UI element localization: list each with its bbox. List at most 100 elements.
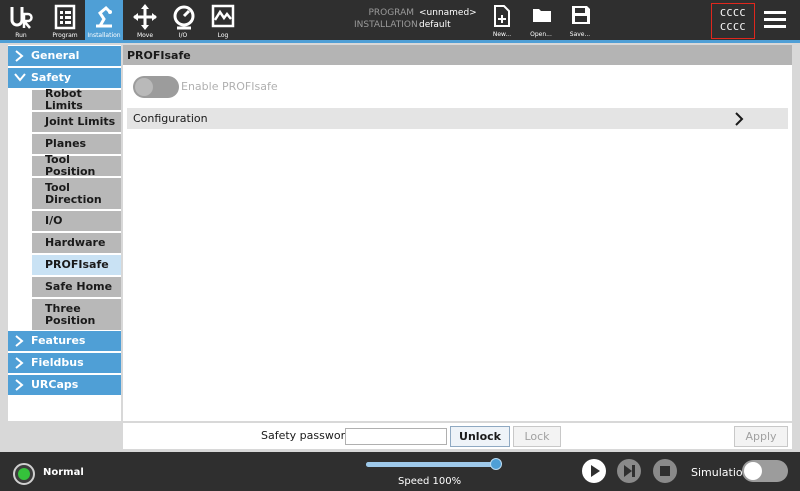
nav-run[interactable]: Run bbox=[2, 0, 40, 40]
sidebar-category-label: Safety bbox=[31, 71, 72, 84]
sidebar-category-features[interactable]: Features bbox=[8, 331, 121, 351]
sidebar-category-urcaps[interactable]: URCaps bbox=[8, 375, 121, 395]
sidebar-item-robot-limits[interactable]: Robot Limits bbox=[32, 87, 121, 112]
installation-name: default bbox=[419, 20, 451, 30]
nav-log-label: Log bbox=[217, 32, 229, 39]
nav-io[interactable]: I/O bbox=[164, 0, 202, 40]
speed-label: Speed 100% bbox=[398, 476, 462, 487]
nav-run-label: Run bbox=[15, 32, 27, 39]
password-bar: Safety password Unlock Lock Apply bbox=[123, 423, 792, 449]
chevron-down-icon bbox=[14, 73, 26, 82]
enable-profisafe-toggle[interactable] bbox=[133, 76, 179, 98]
sidebar-item-label: Tool Position bbox=[45, 153, 96, 178]
open-folder-icon bbox=[533, 9, 551, 22]
safety-password-input[interactable] bbox=[345, 428, 447, 445]
sidebar-category-label: URCaps bbox=[31, 378, 79, 391]
sidebar-item-planes[interactable]: Planes bbox=[32, 134, 121, 154]
sidebar-category-label: Fieldbus bbox=[31, 356, 84, 369]
sidebar-item-io[interactable]: I/O bbox=[32, 211, 121, 231]
sidebar-category-safety[interactable]: Safety bbox=[8, 68, 121, 88]
polyscope-app: Run Program Installation Move I/O Log PR… bbox=[0, 0, 800, 491]
step-button[interactable] bbox=[617, 459, 641, 483]
top-bar: Run Program Installation Move I/O Log PR… bbox=[0, 0, 800, 40]
nav-move[interactable]: Move bbox=[126, 0, 164, 40]
chevron-right-icon bbox=[15, 379, 24, 391]
open-button[interactable]: Open... bbox=[526, 4, 556, 38]
play-button[interactable] bbox=[582, 459, 606, 483]
stop-button[interactable] bbox=[653, 459, 677, 483]
hamburger-menu-icon[interactable] bbox=[764, 11, 786, 29]
status-indicator-icon bbox=[18, 468, 30, 480]
chevron-right-icon bbox=[15, 335, 24, 347]
speed-slider-fill bbox=[366, 462, 496, 467]
sidebar-item-tool-direction[interactable]: Tool Direction bbox=[32, 178, 121, 209]
sidebar-category-label: Features bbox=[31, 334, 86, 347]
simulation-toggle[interactable] bbox=[742, 460, 788, 482]
sidebar-item-tool-position[interactable]: Tool Position bbox=[32, 153, 121, 178]
chevron-right-icon bbox=[15, 357, 24, 369]
program-icon bbox=[54, 4, 76, 30]
open-label: Open... bbox=[530, 31, 552, 38]
sidebar-item-joint-limits[interactable]: Joint Limits bbox=[32, 112, 121, 132]
enable-profisafe-label: Enable PROFIsafe bbox=[181, 80, 278, 93]
nav-program[interactable]: Program bbox=[46, 0, 84, 40]
installation-key: INSTALLATION bbox=[354, 20, 418, 30]
play-icon bbox=[591, 465, 600, 477]
sidebar-item-profisafe[interactable]: PROFIsafe bbox=[32, 255, 121, 275]
chevron-right-icon bbox=[735, 112, 744, 126]
stop-icon bbox=[660, 466, 670, 476]
simulation-label: Simulation bbox=[691, 466, 750, 479]
sidebar-category-label: General bbox=[31, 49, 80, 62]
new-button[interactable]: New... bbox=[487, 4, 517, 38]
nav-installation[interactable]: Installation bbox=[85, 0, 123, 40]
robot-status-text: Normal bbox=[43, 467, 84, 478]
robot-status-button[interactable] bbox=[13, 463, 35, 485]
top-accent-line bbox=[0, 40, 800, 43]
sidebar-category-general[interactable]: General bbox=[8, 46, 121, 66]
main-panel: PROFIsafe Enable PROFIsafe Configuration bbox=[123, 45, 792, 421]
nav-program-label: Program bbox=[52, 32, 78, 39]
sidebar-item-label: PROFIsafe bbox=[45, 258, 109, 271]
nav-installation-label: Installation bbox=[87, 32, 121, 39]
program-name: <unnamed> bbox=[419, 8, 477, 18]
new-label: New... bbox=[492, 31, 512, 38]
apply-button[interactable]: Apply bbox=[734, 426, 788, 447]
sidebar-item-label: Planes bbox=[45, 137, 87, 150]
move-icon bbox=[133, 4, 157, 30]
sidebar-item-label: Joint Limits bbox=[45, 115, 116, 128]
sidebar-item-hardware[interactable]: Hardware bbox=[32, 233, 121, 253]
checksum-line-1: CCCC bbox=[719, 8, 747, 19]
nav-log[interactable]: Log bbox=[204, 0, 242, 40]
sidebar-item-label: Hardware bbox=[45, 236, 106, 249]
speed-slider[interactable] bbox=[366, 458, 502, 470]
sidebar-item-safe-home[interactable]: Safe Home bbox=[32, 277, 121, 297]
ur-logo-icon bbox=[10, 7, 33, 29]
sidebar-item-label: Safe Home bbox=[45, 280, 113, 293]
program-info: PROGRAM <unnamed> INSTALLATIONdefault bbox=[354, 7, 477, 31]
unlock-button[interactable]: Unlock bbox=[450, 426, 510, 447]
safety-password-label: Safety password bbox=[261, 429, 352, 442]
configuration-label: Configuration bbox=[133, 112, 208, 125]
sidebar-item-label: Tool Direction bbox=[45, 180, 102, 206]
new-file-icon bbox=[494, 5, 510, 27]
sidebar-item-label: Three Position bbox=[45, 301, 96, 327]
sidebar: General Safety Robot Limits Joint Limits… bbox=[8, 45, 121, 421]
sidebar-item-three-position[interactable]: Three Position bbox=[32, 299, 121, 330]
sidebar-item-label: I/O bbox=[45, 214, 63, 227]
sidebar-item-label: Robot Limits bbox=[45, 87, 83, 112]
safety-checksum[interactable]: CCCC CCCC bbox=[711, 3, 755, 39]
chevron-right-icon bbox=[15, 50, 24, 62]
save-label: Save... bbox=[569, 31, 591, 38]
toggle-knob bbox=[744, 462, 762, 480]
footer-bar: Normal Speed 100% Simulation bbox=[0, 452, 800, 491]
log-icon bbox=[211, 4, 235, 28]
checksum-line-2: CCCC bbox=[719, 22, 747, 33]
nav-move-label: Move bbox=[136, 32, 154, 39]
program-key: PROGRAM bbox=[368, 8, 414, 18]
save-button[interactable]: Save... bbox=[565, 4, 595, 38]
sidebar-category-fieldbus[interactable]: Fieldbus bbox=[8, 353, 121, 373]
lock-button[interactable]: Lock bbox=[513, 426, 561, 447]
installation-icon bbox=[96, 5, 112, 28]
configuration-row[interactable]: Configuration bbox=[127, 108, 788, 129]
speed-slider-handle[interactable] bbox=[490, 458, 502, 470]
